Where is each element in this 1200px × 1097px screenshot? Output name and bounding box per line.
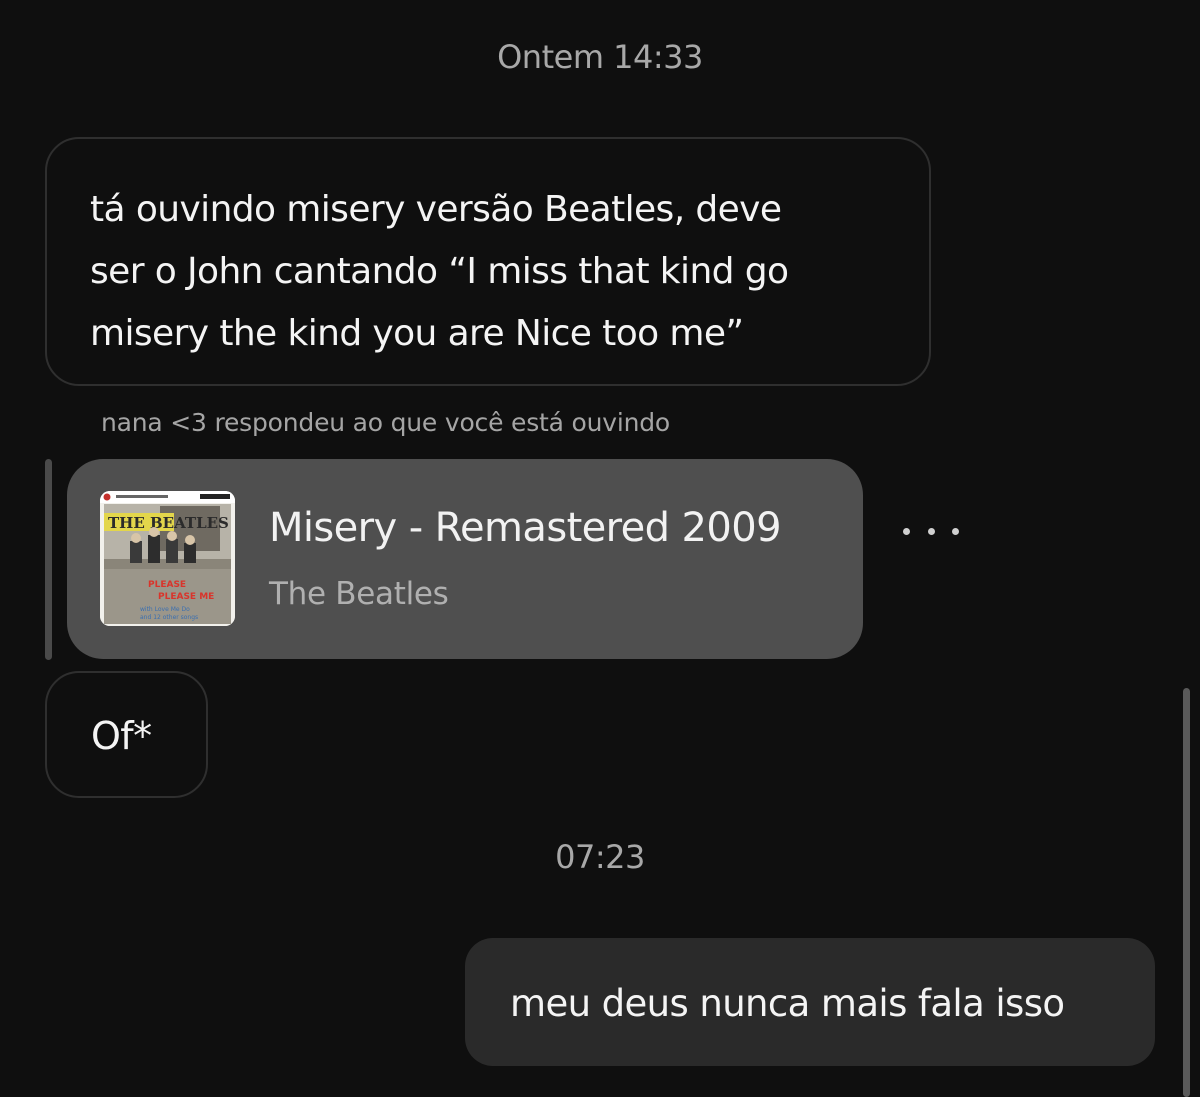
timestamp-yesterday: Ontem 14:33 <box>497 38 703 76</box>
reply-context-note: nana <3 respondeu ao que você está ouvin… <box>101 408 670 437</box>
reply-indicator-bar <box>45 459 52 660</box>
more-options-icon[interactable] <box>903 518 959 544</box>
timestamp-today: 07:23 <box>555 838 645 876</box>
svg-text:PLEASE: PLEASE <box>148 580 186 590</box>
track-title: Misery - Remastered 2009 <box>269 505 782 551</box>
svg-text:and 12 other songs: and 12 other songs <box>140 614 198 621</box>
outgoing-message-bubble[interactable]: meu deus nunca mais fala isso <box>465 938 1155 1066</box>
svg-text:with Love Me Do: with Love Me Do <box>140 606 190 613</box>
scrollbar[interactable] <box>1183 688 1190 1097</box>
incoming-message-bubble[interactable]: tá ouvindo misery versão Beatles, deve s… <box>45 137 931 386</box>
shared-track-card[interactable]: THE BEATLES PLEASE PLEASE ME with Love M… <box>67 459 863 659</box>
incoming-message-bubble[interactable]: Of* <box>45 671 208 798</box>
album-cover-image: THE BEATLES PLEASE PLEASE ME with Love M… <box>100 491 235 626</box>
svg-text:THE BEATLES: THE BEATLES <box>108 514 229 532</box>
track-artist: The Beatles <box>269 576 449 612</box>
svg-text:PLEASE ME: PLEASE ME <box>158 592 214 602</box>
